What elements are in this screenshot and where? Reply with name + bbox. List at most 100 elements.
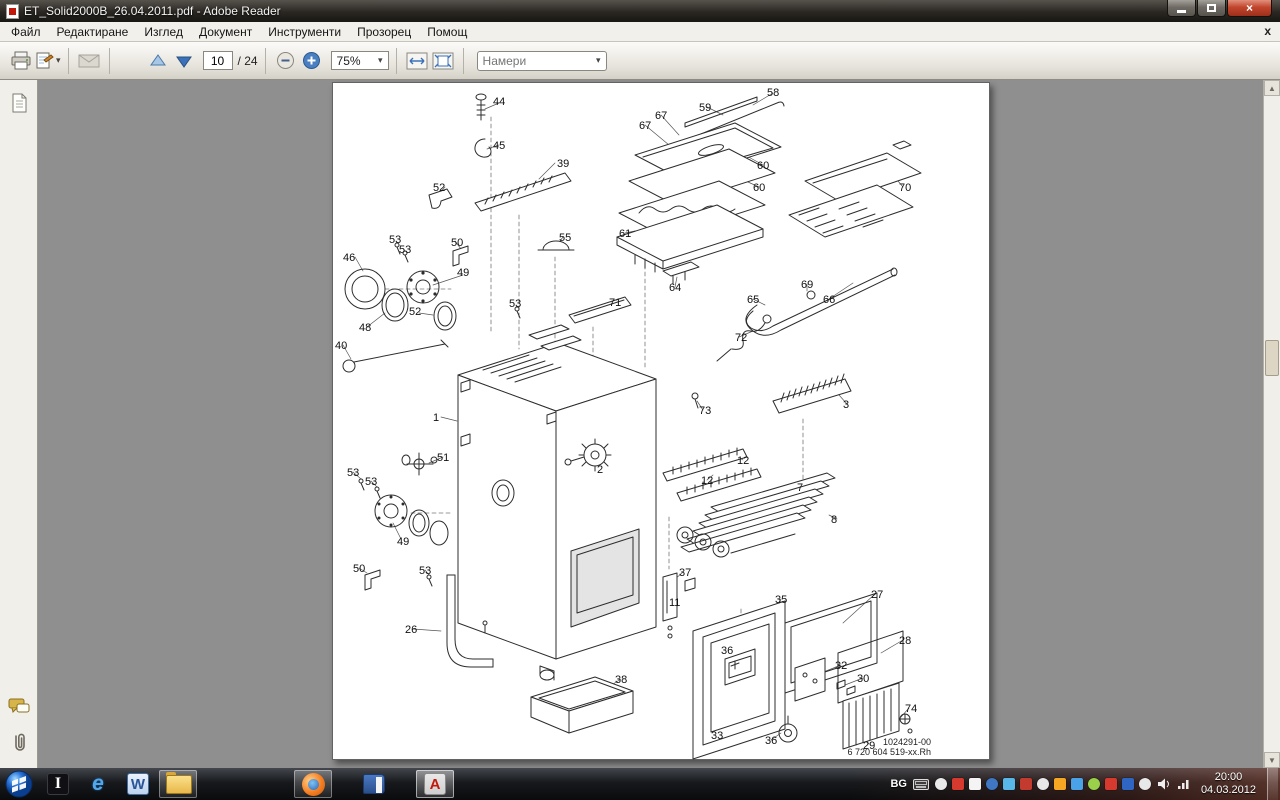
volume-icon[interactable] [1157,778,1171,790]
start-button[interactable] [0,769,38,799]
search-field[interactable]: ▾ [477,51,607,71]
tray-icon-4[interactable] [986,778,998,790]
menu-view[interactable]: Изглед [136,23,191,41]
taskbar-app-ime[interactable]: I [39,770,77,798]
zoom-level-select[interactable]: 75% ▾ [331,51,389,70]
tray-icon-11[interactable] [1105,778,1117,790]
fit-width-icon [406,51,428,71]
comments-panel-icon[interactable] [6,694,32,720]
menu-bar: Файл Редактиране Изглед Документ Инструм… [0,22,1280,42]
zoom-level-value: 75% [337,54,361,68]
part-label-55: 55 [559,233,571,244]
taskbar-app-reader-library[interactable] [355,770,393,798]
part-label-1: 1 [433,413,439,424]
part-label-53: 53 [365,477,377,488]
tray-icon-9[interactable] [1071,778,1083,790]
part-label-39: 39 [557,159,569,170]
menu-file[interactable]: Файл [3,23,49,41]
taskbar-app-internet-explorer[interactable]: e [79,770,117,798]
menu-document[interactable]: Документ [191,23,260,41]
show-desktop-button[interactable] [1267,768,1278,800]
drawing-number: 1024291-00 6 720 604 519-xx.Rh [847,737,931,757]
exploded-parts-diagram [333,83,991,761]
tray-icon-7[interactable] [1037,778,1049,790]
part-label-71: 71 [609,298,621,309]
printer-icon [10,51,32,71]
next-page-button[interactable] [171,47,197,75]
keyboard-layout-icon[interactable] [913,779,929,790]
pdf-file-icon [6,4,19,19]
part-label-61: 61 [619,229,631,240]
system-tray: BG 20:00 04.03.2012 [890,768,1280,800]
zoom-out-button[interactable] [273,47,299,75]
network-icon[interactable] [1177,778,1191,790]
title-bar: ET_Solid2000B_26.04.2011.pdf - Adobe Rea… [0,0,1280,22]
language-indicator[interactable]: BG [890,778,907,790]
part-label-59: 59 [699,103,711,114]
ime-icon: I [47,773,69,795]
tray-icon-12[interactable] [1122,778,1134,790]
page-thumbnails-icon[interactable] [6,90,32,116]
menu-window[interactable]: Прозорец [349,23,419,41]
search-input[interactable] [483,54,583,68]
menu-tools[interactable]: Инструменти [260,23,349,41]
pdf-page[interactable]: 4445395253535055464953524840715859676760… [332,82,990,760]
minimize-button[interactable] [1167,0,1196,17]
drawing-number-line2: 6 720 604 519-xx.Rh [847,747,931,757]
page-total-label: / 24 [238,54,258,68]
scrollbar-thumb[interactable] [1265,340,1279,376]
tray-icon-10[interactable] [1088,778,1100,790]
tray-icon-2[interactable] [952,778,964,790]
maximize-button[interactable] [1197,0,1226,17]
page-number-input[interactable] [203,51,233,70]
drawing-number-line1: 1024291-00 [847,737,931,747]
part-label-2: 2 [597,465,603,476]
tray-icon-8[interactable] [1054,778,1066,790]
toolbar-separator [68,48,69,74]
tray-icon-13[interactable] [1139,778,1151,790]
zoom-in-icon [302,51,321,70]
tray-icon-6[interactable] [1020,778,1032,790]
internet-explorer-icon: e [92,772,104,796]
scroll-up-button[interactable]: ▲ [1264,80,1280,96]
tray-icon-1[interactable] [935,778,947,790]
taskbar-app-adobe-reader[interactable]: A [416,770,454,798]
part-label-70: 70 [899,183,911,194]
clock-date: 04.03.2012 [1201,784,1256,797]
menu-help[interactable]: Помощ [419,23,475,41]
part-label-50: 50 [451,238,463,249]
fit-page-button[interactable] [430,47,456,75]
close-icon: × [1246,1,1253,15]
tray-icon-5[interactable] [1003,778,1015,790]
attachments-panel-icon[interactable] [6,730,32,756]
part-label-28: 28 [899,636,911,647]
part-label-74: 74 [905,704,917,715]
taskbar-app-explorer[interactable] [159,770,197,798]
window-title: ET_Solid2000B_26.04.2011.pdf - Adobe Rea… [24,4,281,18]
taskbar-app-word[interactable]: W [119,770,157,798]
part-label-27: 27 [871,590,883,601]
part-label-65: 65 [747,295,759,306]
part-label-11: 11 [669,598,680,609]
zoom-in-button[interactable] [299,47,325,75]
document-viewer[interactable]: 4445395253535055464953524840715859676760… [0,80,1280,768]
navigation-panel [0,80,38,768]
desktop: ET_Solid2000B_26.04.2011.pdf - Adobe Rea… [0,0,1280,800]
menubar-close-icon[interactable]: х [1264,24,1271,38]
taskbar-app-firefox[interactable] [294,770,332,798]
vertical-scrollbar[interactable]: ▲ ▼ [1263,80,1280,768]
print-button[interactable] [8,47,34,75]
part-label-46: 46 [343,253,355,264]
close-button[interactable]: × [1227,0,1272,17]
scroll-down-button[interactable]: ▼ [1264,752,1280,768]
taskbar-clock[interactable]: 20:00 04.03.2012 [1201,771,1256,797]
part-label-53: 53 [399,245,411,256]
previous-page-button[interactable] [145,47,171,75]
save-copy-button[interactable]: ▾ [34,47,61,75]
tray-icon-3[interactable] [969,778,981,790]
fit-width-button[interactable] [404,47,430,75]
menu-edit[interactable]: Редактиране [49,23,137,41]
part-label-49: 49 [457,268,469,279]
taskbar: I e W A BG 20:00 04.03.2012 [0,768,1280,800]
toolbar: ▾ / 24 [0,42,1280,80]
